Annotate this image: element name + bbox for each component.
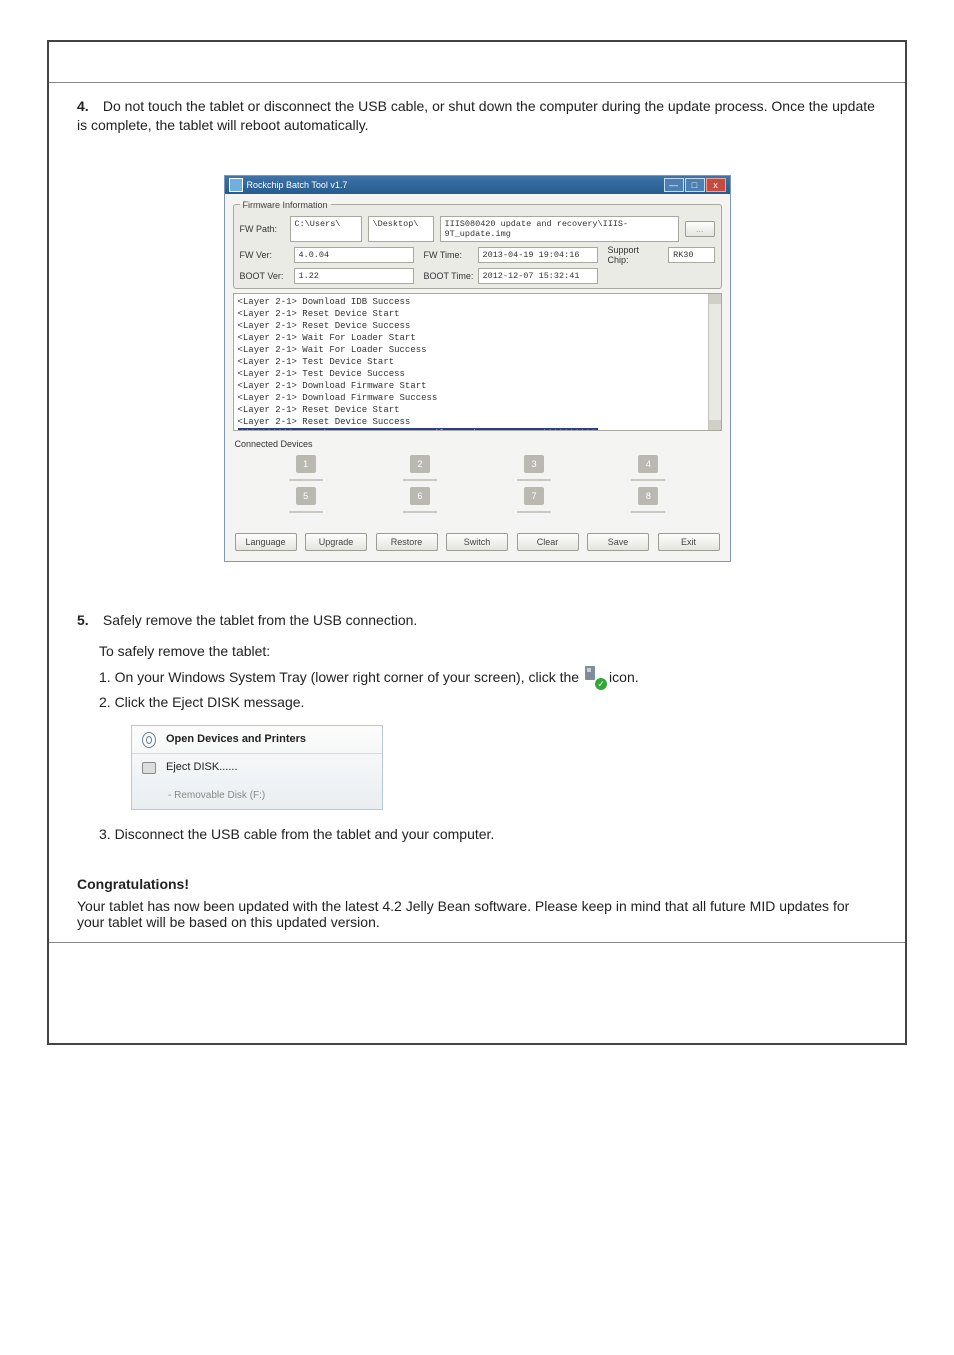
log-line: <Layer 2-1> Reset Device Success	[238, 320, 717, 332]
menu-open-devices-printers[interactable]: Open Devices and Printers	[132, 726, 382, 754]
step-number-5: 5.	[77, 610, 99, 632]
safely-remove-hardware-icon: ✓	[583, 666, 605, 688]
menu-removable-disk-sub: - Removable Disk (F:)	[168, 788, 265, 804]
log-line: <Layer 2-1> Wait For Loader Success	[238, 344, 717, 356]
device-slot-7: 7	[489, 487, 579, 513]
log-highlight-line: **********Upgrade Done Success<1> Fail<0…	[238, 428, 598, 431]
app-window: Rockchip Batch Tool v1.7 — □ x Firmware …	[224, 175, 731, 562]
app-icon	[229, 178, 243, 192]
log-line: <Layer 2-1> Wait For Loader Start	[238, 332, 717, 344]
log-line: <Layer 2-1> Download Firmware Start	[238, 380, 717, 392]
log-output: <Layer 2-1> Download IDB Success <Layer …	[233, 293, 722, 431]
log-line: <Layer 2-1> Test Device Start	[238, 356, 717, 368]
log-line: <Layer 2-1> Test Device Success	[238, 368, 717, 380]
browse-button[interactable]: ...	[685, 221, 715, 237]
clear-button[interactable]: Clear	[517, 533, 579, 551]
menu-open-devices-printers-label: Open Devices and Printers	[166, 731, 306, 748]
device-slot-4: 4	[603, 455, 693, 481]
label-boot-ver: BOOT Ver:	[240, 271, 290, 281]
label-support-chip: Support Chip:	[608, 245, 658, 265]
log-line: <Layer 2-1> Reset Device Start	[238, 308, 717, 320]
menu-eject-disk[interactable]: Eject DISK...... - Removable Disk (F:)	[132, 754, 382, 809]
device-grid: 1 2 3 4 5 6 7 8	[233, 449, 722, 519]
value-fw-time: 2013-04-19 19:04:16	[478, 247, 598, 263]
exit-button[interactable]: Exit	[658, 533, 720, 551]
log-line: <Layer 2-1> Download Firmware Success	[238, 392, 717, 404]
congratulations-heading: Congratulations!	[77, 876, 877, 892]
device-slot-8: 8	[603, 487, 693, 513]
window-close-button[interactable]: x	[706, 178, 726, 192]
label-fw-time: FW Time:	[424, 250, 474, 260]
window-title: Rockchip Batch Tool v1.7	[247, 180, 348, 190]
window-maximize-button[interactable]: □	[685, 178, 705, 192]
switch-button[interactable]: Switch	[446, 533, 508, 551]
value-support-chip: RK30	[668, 247, 714, 263]
connected-devices-label: Connected Devices	[235, 439, 722, 449]
fw-path-seg3: IIIS080420 update and recovery\IIIS-9T_u…	[440, 216, 679, 242]
log-scrollbar[interactable]	[708, 294, 721, 430]
log-line: <Layer 2-1> Reset Device Success	[238, 416, 717, 428]
disk-icon	[142, 761, 156, 775]
firmware-info-group: Firmware Information FW Path: C:\Users\ …	[233, 200, 722, 289]
upgrade-button[interactable]: Upgrade	[305, 533, 367, 551]
step-5-subtitle: To safely remove the tablet:	[99, 641, 877, 663]
step-5-line-1a: 1. On your Windows System Tray (lower ri…	[99, 666, 579, 688]
firmware-info-legend: Firmware Information	[240, 200, 331, 210]
device-slot-6: 6	[375, 487, 465, 513]
menu-eject-disk-dots: ......	[219, 761, 237, 773]
menu-eject-disk-label: Eject DISK	[166, 761, 219, 773]
closing-body: Your tablet has now been updated with th…	[77, 898, 877, 930]
device-slot-5: 5	[261, 487, 351, 513]
log-line: <Layer 2-1> Download IDB Success	[238, 296, 717, 308]
tray-context-menu: Open Devices and Printers Eject DISK....…	[131, 725, 383, 810]
label-fw-ver: FW Ver:	[240, 250, 290, 260]
device-slot-2: 2	[375, 455, 465, 481]
value-boot-ver: 1.22	[294, 268, 414, 284]
window-titlebar[interactable]: Rockchip Batch Tool v1.7 — □ x	[225, 176, 730, 194]
devices-printers-icon	[142, 733, 156, 747]
step-5-line-1b: icon.	[609, 666, 639, 688]
window-minimize-button[interactable]: —	[664, 178, 684, 192]
log-line: <Layer 2-1> Reset Device Start	[238, 404, 717, 416]
device-slot-3: 3	[489, 455, 579, 481]
label-boot-time: BOOT Time:	[424, 271, 474, 281]
device-slot-1: 1	[261, 455, 351, 481]
language-button[interactable]: Language	[235, 533, 297, 551]
step-4-text: Do not touch the tablet or disconnect th…	[77, 98, 875, 133]
fw-path-seg1: C:\Users\	[290, 216, 362, 242]
label-fw-path: FW Path:	[240, 224, 290, 234]
value-fw-ver: 4.0.04	[294, 247, 414, 263]
restore-button[interactable]: Restore	[376, 533, 438, 551]
step-5-line-2: 2. Click the Eject DISK message.	[99, 692, 877, 714]
fw-path-seg2: \Desktop\	[368, 216, 434, 242]
step-number-4: 4.	[77, 97, 99, 116]
value-boot-time: 2012-12-07 15:32:41	[478, 268, 598, 284]
save-button[interactable]: Save	[587, 533, 649, 551]
step-5-title: Safely remove the tablet from the USB co…	[103, 612, 417, 628]
step-5-line-3: 3. Disconnect the USB cable from the tab…	[99, 824, 877, 846]
